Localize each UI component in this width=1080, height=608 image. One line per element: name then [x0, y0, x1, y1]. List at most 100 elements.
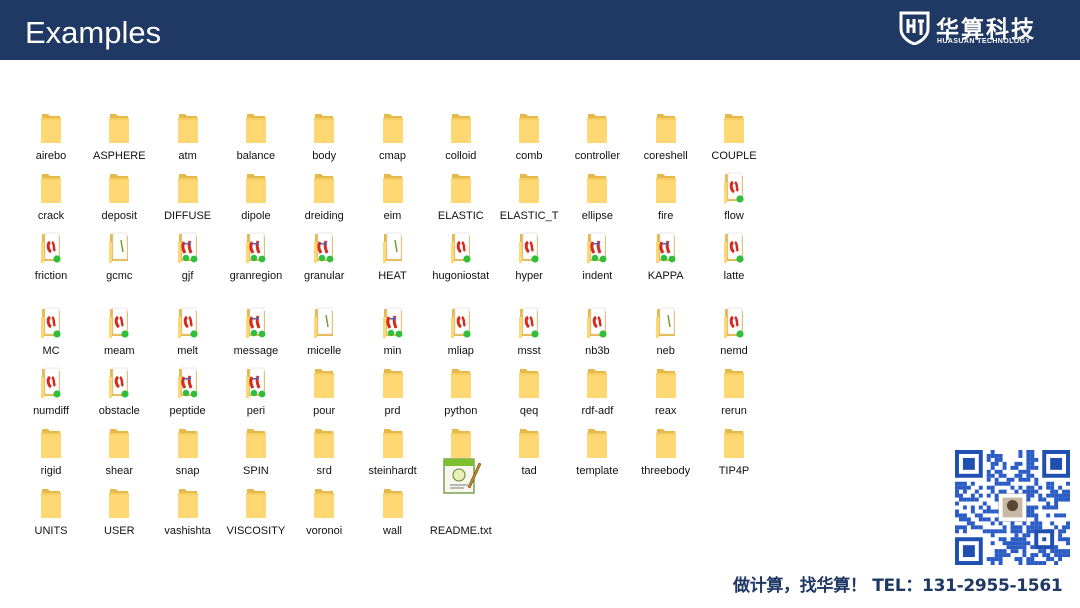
item-label: qeq — [519, 405, 539, 417]
folder-icon — [40, 170, 62, 204]
folder-icon — [586, 170, 608, 204]
folder-icon — [245, 110, 267, 144]
folder-icon — [586, 365, 608, 399]
folder-icon — [40, 230, 62, 264]
folder-icon — [655, 305, 677, 339]
folder-icon — [245, 365, 267, 399]
folder-icon — [108, 425, 130, 459]
item-label: tad — [521, 465, 537, 477]
folder-icon — [382, 485, 404, 519]
folder-icon — [655, 230, 677, 264]
folder-icon — [450, 365, 472, 399]
item-label: balance — [236, 150, 276, 162]
item-label: HEAT — [378, 270, 407, 282]
folder-icon — [518, 425, 540, 459]
item-label: message — [233, 345, 279, 357]
item-label: fire — [658, 210, 674, 222]
folder-icon — [655, 170, 677, 204]
item-label: peri — [246, 405, 266, 417]
folder-icon — [450, 305, 472, 339]
item-label: rerun — [721, 405, 747, 417]
item-label: wall — [383, 525, 402, 537]
folder-icon — [40, 425, 62, 459]
item-label: USER — [104, 525, 135, 537]
folder-icon — [723, 110, 745, 144]
item-label: body — [312, 150, 337, 162]
folder-icon — [655, 110, 677, 144]
item-label: ellipse — [581, 210, 613, 222]
folder-icon — [177, 170, 199, 204]
folder-icon — [586, 425, 608, 459]
folder-icon — [177, 365, 199, 399]
item-label: snap — [175, 465, 200, 477]
header-bar: Examples 华算科技 HUASUAN TECHNOLOGY — [0, 0, 1080, 60]
folder-icon — [518, 365, 540, 399]
item-label: eim — [383, 210, 402, 222]
folder-icon — [245, 170, 267, 204]
item-label: gcmc — [106, 270, 133, 282]
item-label: python — [444, 405, 478, 417]
item-label: TIP4P — [718, 465, 750, 477]
item-label: dreiding — [304, 210, 344, 222]
folder-icon — [518, 110, 540, 144]
item-label: controller — [574, 150, 621, 162]
folder-icon — [450, 110, 472, 144]
folder-icon — [518, 230, 540, 264]
item-label: meam — [104, 345, 135, 357]
item-label: KAPPA — [647, 270, 684, 282]
folder-icon — [586, 305, 608, 339]
item-label: MC — [42, 345, 60, 357]
folder-icon — [586, 110, 608, 144]
folder-icon — [450, 230, 472, 264]
item-label: peptide — [169, 405, 206, 417]
folder-icon — [382, 170, 404, 204]
huasuan-logo: 华算科技 HUASUAN TECHNOLOGY — [898, 8, 1058, 50]
folder-icon — [450, 425, 472, 459]
folder-icon — [586, 230, 608, 264]
item-label: gjf — [181, 270, 194, 282]
folder-icon — [382, 110, 404, 144]
folder-icon — [177, 230, 199, 264]
folder-icon — [40, 305, 62, 339]
folder-icon — [382, 305, 404, 339]
item-label: vashishta — [164, 525, 211, 537]
folder-icon — [245, 305, 267, 339]
item-label: voronoi — [306, 525, 343, 537]
folder-icon — [723, 305, 745, 339]
item-label: indent — [582, 270, 613, 282]
item-label: COUPLE — [711, 150, 757, 162]
folder-icon — [382, 425, 404, 459]
folder-icon — [450, 170, 472, 204]
folder-icon — [723, 230, 745, 264]
item-label: granregion — [229, 270, 283, 282]
item-label: shear — [105, 465, 134, 477]
folder-icon — [108, 110, 130, 144]
item-label: friction — [34, 270, 68, 282]
item-label: nb3b — [585, 345, 610, 357]
item-label: dipole — [241, 210, 271, 222]
folder-icon — [245, 485, 267, 519]
folder-icon — [313, 485, 335, 519]
folder-icon — [40, 365, 62, 399]
item-label: hyper — [515, 270, 543, 282]
item-label: msst — [517, 345, 541, 357]
item-label: steinhardt — [368, 465, 417, 477]
item-label: coreshell — [643, 150, 688, 162]
folder-icon — [313, 110, 335, 144]
item-label: numdiff — [33, 405, 69, 417]
folder-icon — [313, 365, 335, 399]
folder-icon — [245, 230, 267, 264]
folder-icon — [177, 305, 199, 339]
folder-icon — [108, 305, 130, 339]
item-label: crack — [37, 210, 65, 222]
folder-icon — [382, 365, 404, 399]
item-label: VISCOSITY — [226, 525, 286, 537]
footer-contact: 做计算，找华算！ TEL：131-2955-1561 — [733, 576, 1063, 596]
folder-icon — [655, 365, 677, 399]
item-label: colloid — [445, 150, 477, 162]
folder-icon — [655, 425, 677, 459]
item-label: ELASTIC — [437, 210, 484, 222]
item-label: flow — [724, 210, 744, 222]
item-label: ASPHERE — [93, 150, 146, 162]
item-label: airebo — [35, 150, 67, 162]
